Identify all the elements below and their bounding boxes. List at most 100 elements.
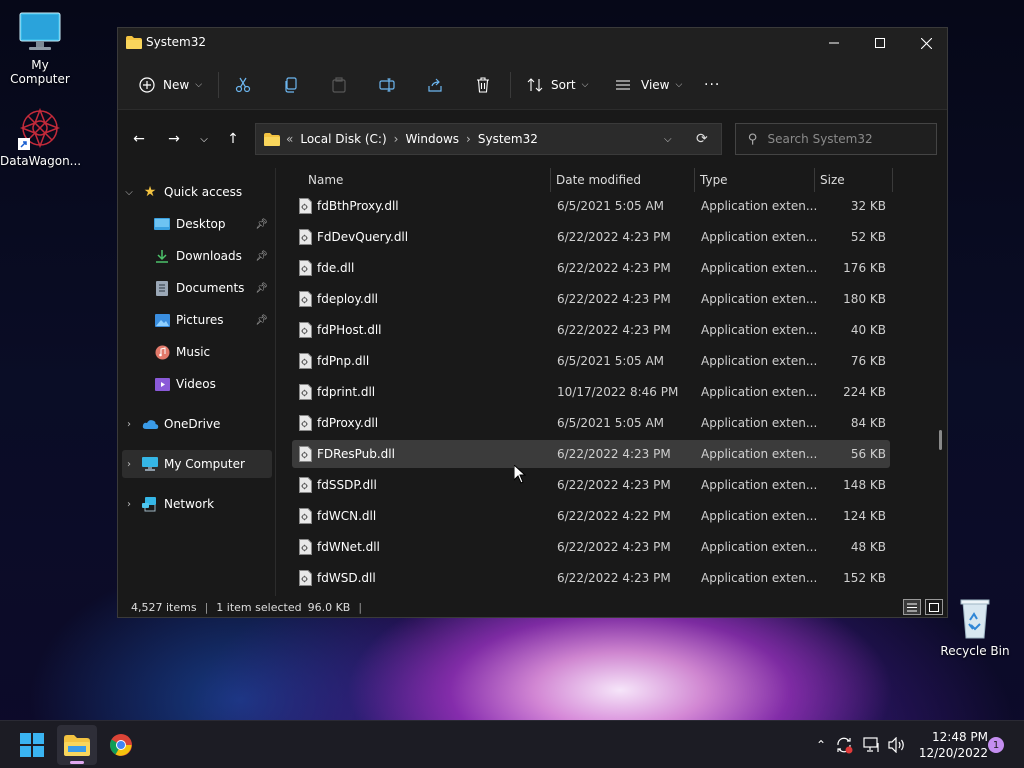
more-options-button[interactable]: ··· bbox=[704, 72, 720, 98]
nav-desktop[interactable]: Desktop 📌︎ bbox=[122, 210, 272, 238]
table-row[interactable]: fde.dll 6/22/2022 4:23 PM Application exte… bbox=[292, 254, 890, 282]
nav-pictures[interactable]: Pictures 📌︎ bbox=[122, 306, 272, 334]
table-row[interactable]: fdWSD.dll 6/22/2022 4:23 PM Application ex… bbox=[292, 564, 890, 592]
up-button[interactable]: ↑ bbox=[221, 128, 245, 150]
monitor-icon bbox=[140, 456, 160, 472]
breadcrumb-item[interactable]: Windows bbox=[405, 132, 459, 146]
file-size: 32 KB bbox=[850, 199, 886, 213]
sort-button[interactable]: Sort ⌵ bbox=[525, 72, 588, 98]
table-row[interactable]: fdeploy.dll 6/22/2022 4:23 PM Application … bbox=[292, 285, 890, 313]
file-name: FdDevQuery.dll bbox=[317, 230, 409, 244]
chevron-right-icon[interactable]: › bbox=[122, 459, 136, 470]
breadcrumb-overflow[interactable]: « bbox=[286, 132, 293, 146]
refresh-button[interactable]: ⟳ bbox=[696, 131, 708, 147]
column-divider[interactable] bbox=[694, 168, 695, 192]
nav-videos[interactable]: Videos bbox=[122, 370, 272, 398]
sort-label: Sort bbox=[551, 78, 576, 92]
search-input[interactable] bbox=[767, 132, 918, 146]
forward-button[interactable]: → bbox=[162, 128, 186, 150]
dll-file-icon bbox=[299, 353, 312, 369]
breadcrumb-item[interactable]: System32 bbox=[478, 132, 538, 146]
desktop-icon-my-computer[interactable]: My Computer bbox=[0, 10, 80, 86]
chevron-right-icon[interactable]: › bbox=[122, 499, 136, 510]
breadcrumb-item[interactable]: Local Disk (C:) bbox=[300, 132, 386, 146]
share-button[interactable] bbox=[425, 72, 445, 98]
sort-ascending-icon: ⌃ bbox=[421, 168, 429, 173]
active-indicator bbox=[70, 761, 84, 764]
table-row[interactable]: fdProxy.dll 6/5/2021 5:05 AM Application e… bbox=[292, 409, 890, 437]
nav-quick-access[interactable]: ⌵ ★ Quick access bbox=[122, 178, 272, 206]
nav-network[interactable]: › Network bbox=[122, 490, 272, 518]
dll-file-icon bbox=[299, 415, 312, 431]
new-button[interactable]: New ⌵ bbox=[137, 72, 202, 98]
file-date: 6/5/2021 5:05 AM bbox=[557, 416, 665, 430]
title-bar[interactable]: System32 bbox=[118, 28, 947, 58]
sync-status-icon[interactable] bbox=[834, 735, 854, 755]
nav-onedrive[interactable]: › OneDrive bbox=[122, 410, 272, 438]
rename-button[interactable] bbox=[377, 72, 397, 98]
file-name: fdprint.dll bbox=[317, 385, 376, 399]
column-header-type[interactable]: Type bbox=[700, 168, 810, 192]
table-row[interactable]: fdPnp.dll 6/5/2021 5:05 AM Application ext… bbox=[292, 347, 890, 375]
column-divider[interactable] bbox=[814, 168, 815, 192]
close-button[interactable] bbox=[903, 28, 949, 58]
start-button[interactable] bbox=[12, 725, 52, 765]
maximize-button[interactable] bbox=[857, 28, 903, 58]
taskbar-file-explorer[interactable] bbox=[57, 725, 97, 765]
recent-locations-button[interactable]: ⌵ bbox=[192, 128, 216, 150]
status-divider: | bbox=[204, 600, 209, 614]
file-date: 6/22/2022 4:23 PM bbox=[557, 323, 671, 337]
column-divider[interactable] bbox=[550, 168, 551, 192]
chevron-down-icon[interactable]: ⌵ bbox=[122, 187, 136, 198]
dll-file-icon bbox=[299, 260, 312, 276]
network-status-icon[interactable] bbox=[862, 735, 882, 755]
minimize-button[interactable] bbox=[811, 28, 857, 58]
window-title: System32 bbox=[146, 35, 207, 49]
table-row[interactable]: fdWNet.dll 6/22/2022 4:23 PM Application e… bbox=[292, 533, 890, 561]
vertical-scrollbar-thumb[interactable] bbox=[939, 430, 942, 450]
table-row[interactable]: fdSSDP.dll 6/22/2022 4:23 PM Application e… bbox=[292, 471, 890, 499]
tiles-view-button[interactable] bbox=[925, 599, 943, 615]
file-size: 40 KB bbox=[850, 323, 886, 337]
nav-documents[interactable]: Documents 📌︎ bbox=[122, 274, 272, 302]
table-row[interactable]: FdDevQuery.dll 6/22/2022 4:23 PM Applicati… bbox=[292, 223, 890, 251]
desktop-icon-datawagon[interactable]: DataWagon... bbox=[0, 106, 81, 168]
copy-button[interactable] bbox=[281, 72, 301, 98]
nav-item-label: Quick access bbox=[164, 185, 243, 199]
nav-downloads[interactable]: Downloads 📌︎ bbox=[122, 242, 272, 270]
dll-file-icon bbox=[299, 539, 312, 555]
delete-button[interactable] bbox=[473, 72, 493, 98]
clock[interactable]: 12:48 PM 12/20/2022 bbox=[910, 729, 988, 761]
nav-music[interactable]: Music bbox=[122, 338, 272, 366]
file-date: 6/22/2022 4:23 PM bbox=[557, 540, 671, 554]
desktop-icon-label: Recycle Bin bbox=[940, 644, 1010, 658]
arrow-right-icon: → bbox=[168, 131, 180, 147]
column-divider[interactable] bbox=[892, 168, 893, 192]
dll-file-icon bbox=[299, 229, 312, 245]
chevron-right-icon[interactable]: › bbox=[122, 419, 136, 430]
column-header-date[interactable]: Date modified bbox=[556, 168, 692, 192]
notification-badge[interactable]: 1 bbox=[988, 737, 1004, 753]
table-row[interactable]: fdWCN.dll 6/22/2022 4:22 PM Application ex… bbox=[292, 502, 890, 530]
view-button[interactable]: View ⌵ bbox=[613, 72, 682, 98]
cut-button[interactable] bbox=[233, 72, 253, 98]
maximize-icon bbox=[875, 38, 885, 48]
nav-my-computer[interactable]: › My Computer bbox=[122, 450, 272, 478]
search-box[interactable]: ⚲ bbox=[735, 123, 937, 155]
volume-icon[interactable] bbox=[887, 735, 907, 755]
details-view-button[interactable] bbox=[903, 599, 921, 615]
table-row[interactable]: fdBthProxy.dll 6/5/2021 5:05 AM Applicatio… bbox=[292, 192, 890, 220]
taskbar-chrome[interactable] bbox=[101, 725, 141, 765]
table-row[interactable]: fdprint.dll 10/17/2022 8:46 PM Application… bbox=[292, 378, 890, 406]
file-type: Application exten... bbox=[701, 261, 818, 275]
file-type: Application exten... bbox=[701, 385, 818, 399]
paste-button[interactable] bbox=[329, 72, 349, 98]
address-bar[interactable]: « Local Disk (C:) › Windows › System32 ⌵… bbox=[255, 123, 722, 155]
table-row[interactable]: FDResPub.dll 6/22/2022 4:23 PM Application… bbox=[292, 440, 890, 468]
tray-overflow-button[interactable]: ⌃ bbox=[811, 735, 831, 755]
address-dropdown-button[interactable]: ⌵ bbox=[664, 134, 672, 145]
back-button[interactable]: ← bbox=[127, 128, 151, 150]
table-row[interactable]: fdPHost.dll 6/22/2022 4:23 PM Application … bbox=[292, 316, 890, 344]
column-header-size[interactable]: Size bbox=[820, 168, 890, 192]
view-label: View bbox=[641, 78, 670, 92]
